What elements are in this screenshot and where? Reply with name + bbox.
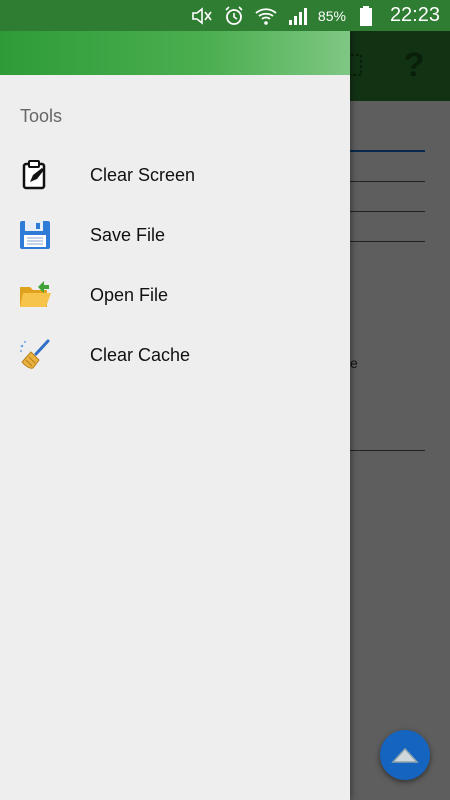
menu-item-clear-screen[interactable]: Clear Screen [0, 145, 350, 205]
clipboard-edit-icon [18, 158, 52, 192]
clock: 22:23 [389, 4, 440, 26]
menu-item-label: Save File [90, 224, 166, 245]
section-title-tools: Tools [20, 106, 63, 126]
menu-item-save-file[interactable]: Save File [0, 205, 350, 265]
alarm-icon [222, 5, 246, 27]
open-folder-icon [18, 278, 52, 312]
menu-item-label: Open File [90, 284, 169, 305]
status-bar: 85% 22:23 [0, 0, 450, 31]
wifi-icon [254, 5, 278, 27]
floppy-disk-icon [18, 218, 52, 252]
menu-item-open-file[interactable]: Open File [0, 265, 350, 325]
signal-icon [286, 5, 310, 27]
drawer-header [0, 31, 350, 75]
mute-icon [190, 5, 214, 27]
menu-item-label: Clear Screen [90, 164, 196, 185]
scroll-up-button[interactable] [380, 730, 430, 780]
broom-icon [18, 338, 52, 372]
menu-item-clear-cache[interactable]: Clear Cache [0, 325, 350, 385]
navigation-drawer: Tools Clear Screen Save File Open File C… [0, 31, 350, 800]
chevron-up-icon [391, 747, 419, 763]
battery-icon [354, 5, 378, 27]
battery-percent: 85% [317, 7, 346, 24]
menu-item-label: Clear Cache [90, 344, 191, 365]
